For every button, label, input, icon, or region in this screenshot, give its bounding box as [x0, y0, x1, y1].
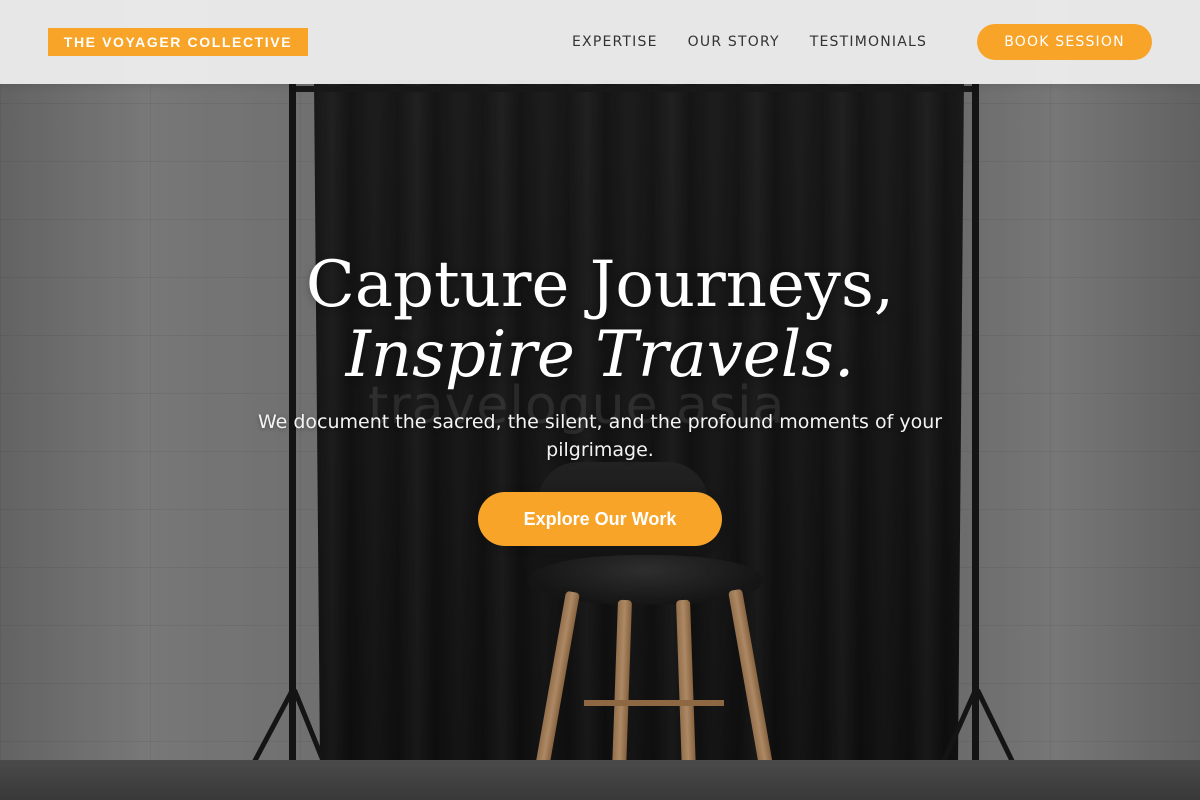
- page: travelogue.asia THE VOYAGER COLLECTIVE E…: [0, 0, 1200, 800]
- site-logo[interactable]: THE VOYAGER COLLECTIVE: [48, 28, 308, 56]
- hero-title: Capture Journeys, Inspire Travels.: [0, 250, 1200, 390]
- main-navigation: EXPERTISE OUR STORY TESTIMONIALS: [572, 24, 957, 60]
- book-session-button[interactable]: BOOK SESSION: [977, 24, 1152, 60]
- nav-link-expertise[interactable]: EXPERTISE: [572, 34, 658, 50]
- nav-link-testimonials[interactable]: TESTIMONIALS: [810, 34, 927, 50]
- hero-title-line-1: Capture Journeys,: [305, 248, 895, 322]
- hero-title-line-2: Inspire Travels.: [345, 318, 855, 392]
- hero-section: Capture Journeys, Inspire Travels. We do…: [0, 250, 1200, 546]
- explore-our-work-button[interactable]: Explore Our Work: [478, 492, 722, 546]
- nav-link-our-story[interactable]: OUR STORY: [688, 34, 780, 50]
- site-header: THE VOYAGER COLLECTIVE EXPERTISE OUR STO…: [0, 0, 1200, 84]
- hero-subtitle: We document the sacred, the silent, and …: [257, 411, 943, 461]
